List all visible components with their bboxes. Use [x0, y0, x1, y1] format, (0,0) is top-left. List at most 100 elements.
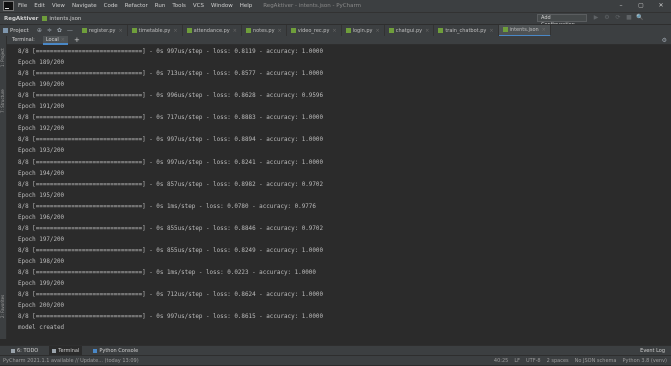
python-console-tool-button[interactable]: Python Console — [90, 346, 141, 356]
gear-icon[interactable]: ⚙ — [662, 36, 667, 45]
tab-label: train_chatbot.py — [445, 27, 487, 34]
bottom-tool-windows-bar: 6: TODO Terminal Python Console Event Lo… — [0, 345, 671, 356]
close-window-button[interactable]: ✕ — [652, 0, 670, 12]
menu-tools[interactable]: Tools — [172, 3, 186, 9]
terminal-line: 8/8 [==============================] - 0… — [18, 159, 323, 166]
tab-intents-json[interactable]: intents.json × — [498, 24, 551, 37]
close-tab-icon[interactable]: × — [489, 28, 493, 34]
run-icon[interactable]: ▶ — [592, 14, 600, 22]
tab-chatgui-py[interactable]: chatgui.py × — [385, 24, 435, 37]
debug-icon[interactable]: ⚙ — [603, 14, 611, 22]
python-file-icon — [345, 28, 351, 33]
tab-label: chatgui.py — [395, 27, 423, 34]
tab-label: video_rec.py — [297, 27, 330, 34]
project-view-dropdown[interactable]: Project — [3, 28, 29, 34]
menu-file[interactable]: File — [18, 3, 27, 9]
breadcrumb-project[interactable]: RegAktiver — [4, 16, 38, 22]
locate-icon[interactable]: ⊕ — [37, 27, 42, 34]
close-tab-icon[interactable]: × — [376, 28, 380, 34]
terminal-line: Epoch 198/200 — [18, 258, 65, 265]
close-tab-icon[interactable]: × — [542, 27, 546, 33]
menu-vcs[interactable]: VCS — [193, 3, 204, 9]
menu-edit[interactable]: Edit — [34, 3, 45, 9]
terminal-line: 8/8 [==============================] - 0… — [18, 137, 323, 144]
terminal-line: 8/8 [==============================] - 0… — [18, 270, 316, 276]
tab-video-rec-py[interactable]: video_rec.py × — [287, 24, 342, 37]
terminal-output[interactable]: 8/8 [==============================] - 0… — [13, 46, 665, 336]
tab-train-chatbot-py[interactable]: train_chatbot.py × — [434, 24, 499, 37]
close-tab-icon[interactable]: × — [118, 28, 122, 34]
close-tab-icon[interactable]: × — [173, 28, 177, 34]
terminal-tab-local[interactable]: Local × — [42, 35, 68, 45]
structure-tool-button[interactable]: 7: Structure — [0, 82, 7, 120]
tab-timetable-py[interactable]: timetable.py × — [128, 24, 183, 37]
terminal-line: 8/8 [==============================] - 0… — [18, 49, 323, 55]
close-tab-icon[interactable]: × — [233, 28, 237, 34]
tab-attendance-py[interactable]: attendance.py × — [183, 24, 242, 37]
rerun-icon[interactable]: ⟳ — [614, 14, 622, 22]
terminal-line: 8/8 [==============================] - 0… — [18, 203, 316, 210]
terminal-line: Epoch 195/200 — [18, 192, 65, 199]
tab-label: attendance.py — [193, 27, 230, 34]
terminal-label: Terminal — [58, 347, 80, 354]
minimize-button[interactable]: – — [612, 0, 630, 12]
status-message[interactable]: PyCharm 2021.1.1 available // Update... … — [3, 358, 139, 364]
window-title: RegAktiver - intents.json - PyCharm — [263, 3, 362, 9]
maximize-button[interactable]: ▢ — [632, 0, 650, 12]
terminal-line: Epoch 189/200 — [18, 60, 65, 67]
terminal-line: Epoch 191/200 — [18, 104, 65, 111]
add-configuration-button[interactable]: Add Configuration... — [537, 14, 587, 28]
terminal-line: 8/8 [==============================] - 0… — [18, 314, 323, 321]
favorites-tool-button[interactable]: 2: Favorites — [0, 286, 7, 326]
hide-icon[interactable]: — — [67, 27, 73, 34]
left-tool-strip: 1: Project 7: Structure 2: Favorites — [0, 36, 7, 339]
menu-navigate[interactable]: Navigate — [72, 3, 97, 9]
terminal-line: 8/8 [==============================] - 0… — [18, 225, 323, 232]
close-tab-icon[interactable]: × — [332, 28, 336, 34]
terminal-line: Epoch 190/200 — [18, 82, 65, 89]
menu-run[interactable]: Run — [155, 3, 166, 9]
python-file-icon — [388, 28, 394, 33]
terminal-line: Epoch 196/200 — [18, 214, 65, 221]
tab-label: timetable.py — [138, 27, 171, 34]
python-file-icon — [290, 28, 296, 33]
tab-label: register.py — [88, 27, 116, 34]
terminal-line: Epoch 200/200 — [18, 303, 65, 310]
new-terminal-button[interactable]: + — [74, 36, 80, 44]
menu-refactor[interactable]: Refactor — [125, 3, 148, 9]
tab-notes-py[interactable]: notes.py × — [242, 24, 287, 37]
tab-label: intents.json — [509, 26, 539, 33]
menu-code[interactable]: Code — [104, 3, 118, 9]
menu-window[interactable]: Window — [211, 3, 233, 9]
terminal-line: Epoch 193/200 — [18, 148, 65, 155]
project-tool-button[interactable]: 1: Project — [0, 44, 7, 72]
tab-register-py[interactable]: register.py × — [78, 24, 128, 37]
close-tab-icon[interactable]: × — [425, 28, 429, 34]
breadcrumb-file[interactable]: intents.json — [42, 16, 81, 22]
terminal-line: Epoch 192/200 — [18, 126, 65, 133]
todo-tool-button[interactable]: 6: TODO — [8, 346, 41, 356]
terminal-line: 8/8 [==============================] - 0… — [18, 115, 323, 122]
project-icon — [3, 28, 8, 33]
menu-view[interactable]: View — [52, 3, 65, 9]
close-tab-icon[interactable]: × — [278, 28, 282, 34]
terminal-header: Terminal: Local × + ⚙ — [7, 35, 671, 45]
terminal-line: model created — [18, 325, 65, 332]
python-console-label: Python Console — [99, 347, 139, 354]
terminal-line: 8/8 [==============================] - 0… — [18, 93, 323, 100]
close-icon[interactable]: × — [61, 37, 65, 43]
breadcrumb-file-label: intents.json — [49, 15, 82, 22]
settings-icon[interactable]: ✿ — [57, 27, 62, 34]
search-icon[interactable]: 🔍 — [636, 14, 644, 22]
tab-label: notes.py — [252, 27, 275, 34]
python-file-icon — [186, 28, 192, 33]
tab-login-py[interactable]: login.py × — [342, 24, 385, 37]
menu-help[interactable]: Help — [240, 3, 253, 9]
terminal-tool-button[interactable]: Terminal — [49, 345, 83, 356]
project-view-label: Project — [10, 27, 29, 34]
todo-label: 6: TODO — [17, 347, 39, 354]
collapse-icon[interactable]: ≑ — [47, 27, 52, 34]
status-bar: PyCharm 2021.1.1 available // Update... … — [0, 355, 671, 365]
editor-tabs-row: Project ⊕ ≑ ✿ — register.py × timetable.p… — [0, 24, 671, 37]
stop-icon[interactable]: ■ — [625, 14, 633, 22]
